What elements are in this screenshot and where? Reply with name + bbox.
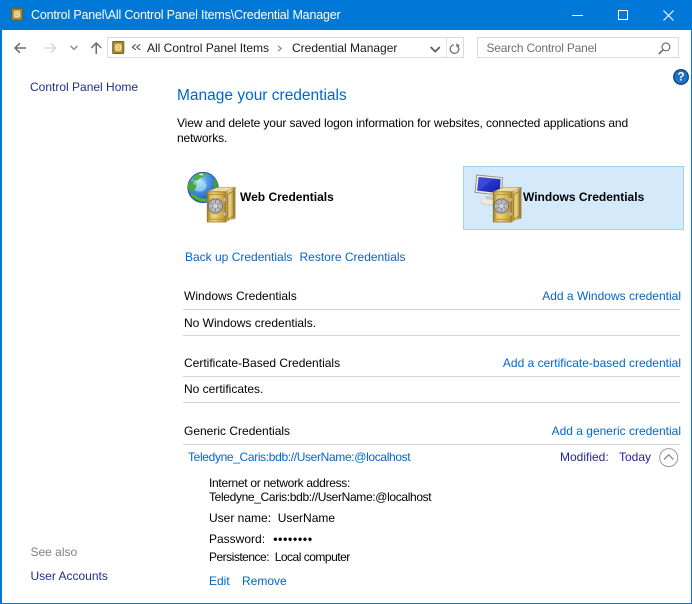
svg-text:?: ?: [677, 71, 684, 83]
